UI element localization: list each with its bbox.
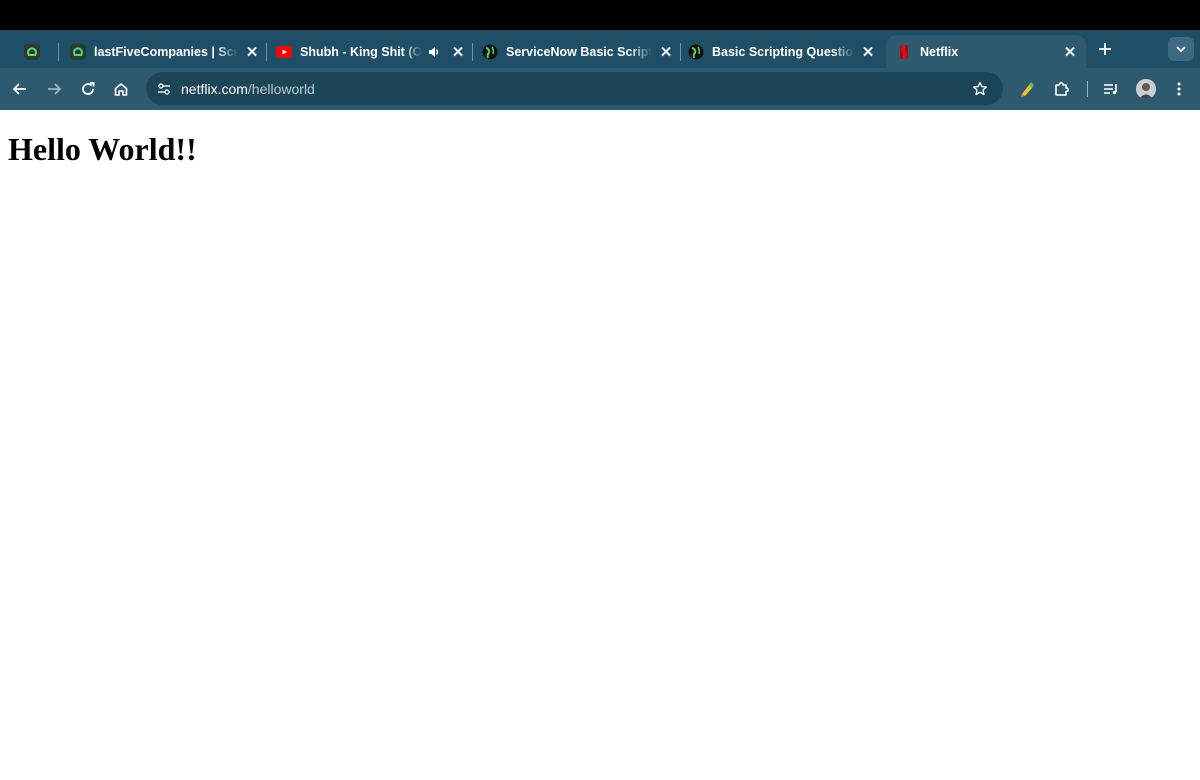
url-host: netflix.com — [181, 81, 248, 97]
reload-icon — [82, 82, 95, 95]
tab-separator — [266, 43, 267, 61]
close-tab-icon[interactable]: ✕ — [858, 42, 878, 62]
arrow-right-icon — [48, 83, 62, 95]
tab-pinned-leetcode[interactable] — [24, 35, 52, 68]
tab-separator — [472, 43, 473, 61]
puzzle-icon — [1055, 82, 1069, 96]
plus-icon — [1099, 43, 1111, 55]
tab-separator — [680, 43, 681, 61]
tab-title: Shubh - King Shit (Off — [300, 44, 422, 59]
site-settings-icon[interactable] — [154, 79, 174, 99]
kebab-menu-icon — [1177, 82, 1181, 96]
leetcode-icon — [70, 43, 86, 60]
tab-separator — [58, 43, 59, 61]
page-content: Hello World!! — [0, 110, 1200, 780]
tab-youtube-shubh[interactable]: Shubh - King Shit (Off ✕ — [270, 35, 468, 68]
toolbar-separator — [1087, 81, 1088, 97]
leetcode-icon — [24, 43, 40, 60]
page-heading: Hello World!! — [8, 131, 197, 167]
close-tab-icon[interactable]: ✕ — [656, 42, 676, 62]
media-queue-icon — [1104, 84, 1117, 95]
tab-basic-scripting-questions[interactable]: Basic Scripting Questions ✕ — [682, 35, 878, 68]
tab-search-button[interactable] — [1168, 37, 1194, 61]
extensions-button[interactable] — [1049, 76, 1075, 102]
home-button[interactable] — [108, 76, 134, 102]
close-tab-icon[interactable]: ✕ — [242, 42, 262, 62]
forward-button[interactable] — [41, 76, 67, 102]
browser-menu-button[interactable] — [1166, 76, 1192, 102]
close-tab-icon[interactable]: ✕ — [1060, 42, 1080, 62]
tab-netflix[interactable]: Netflix ✕ — [886, 35, 1086, 68]
highlighter-extension-icon — [1021, 82, 1034, 97]
extension-button[interactable] — [1015, 76, 1041, 102]
profile-avatar[interactable] — [1136, 79, 1156, 99]
tab-title: Basic Scripting Questions — [712, 44, 854, 59]
youtube-icon — [276, 44, 292, 60]
url-text[interactable]: netflix.com/helloworld — [181, 81, 315, 97]
tab-title: lastFiveCompanies | Scrip — [94, 44, 238, 59]
tab-title: ServiceNow Basic Scriptin — [506, 44, 652, 59]
tab-servicenow-basic-scripting[interactable]: ServiceNow Basic Scriptin ✕ — [476, 35, 676, 68]
media-controls-button[interactable] — [1098, 76, 1124, 102]
netflix-icon — [896, 44, 912, 60]
new-tab-button[interactable] — [1094, 38, 1116, 60]
address-bar[interactable]: netflix.com/helloworld — [146, 72, 1003, 105]
screen-top-bar — [0, 0, 1200, 30]
reload-button[interactable] — [75, 76, 101, 102]
tab-title: Netflix — [920, 44, 959, 59]
bookmark-star-icon[interactable] — [970, 79, 990, 99]
url-path: /helloworld — [247, 81, 315, 97]
back-button[interactable] — [7, 76, 33, 102]
globe-icon — [688, 44, 704, 60]
close-tab-icon[interactable]: ✕ — [448, 42, 468, 62]
home-icon — [114, 83, 128, 96]
tab-lastfivecompanies[interactable]: lastFiveCompanies | Scrip ✕ — [62, 35, 262, 68]
tab-strip: lastFiveCompanies | Scrip ✕ Shubh - King… — [0, 30, 1200, 68]
browser-toolbar: netflix.com/helloworld — [0, 68, 1200, 110]
chevron-down-icon — [1176, 46, 1186, 53]
speaker-icon[interactable] — [424, 42, 444, 62]
globe-icon — [482, 44, 498, 60]
arrow-left-icon — [12, 83, 26, 95]
